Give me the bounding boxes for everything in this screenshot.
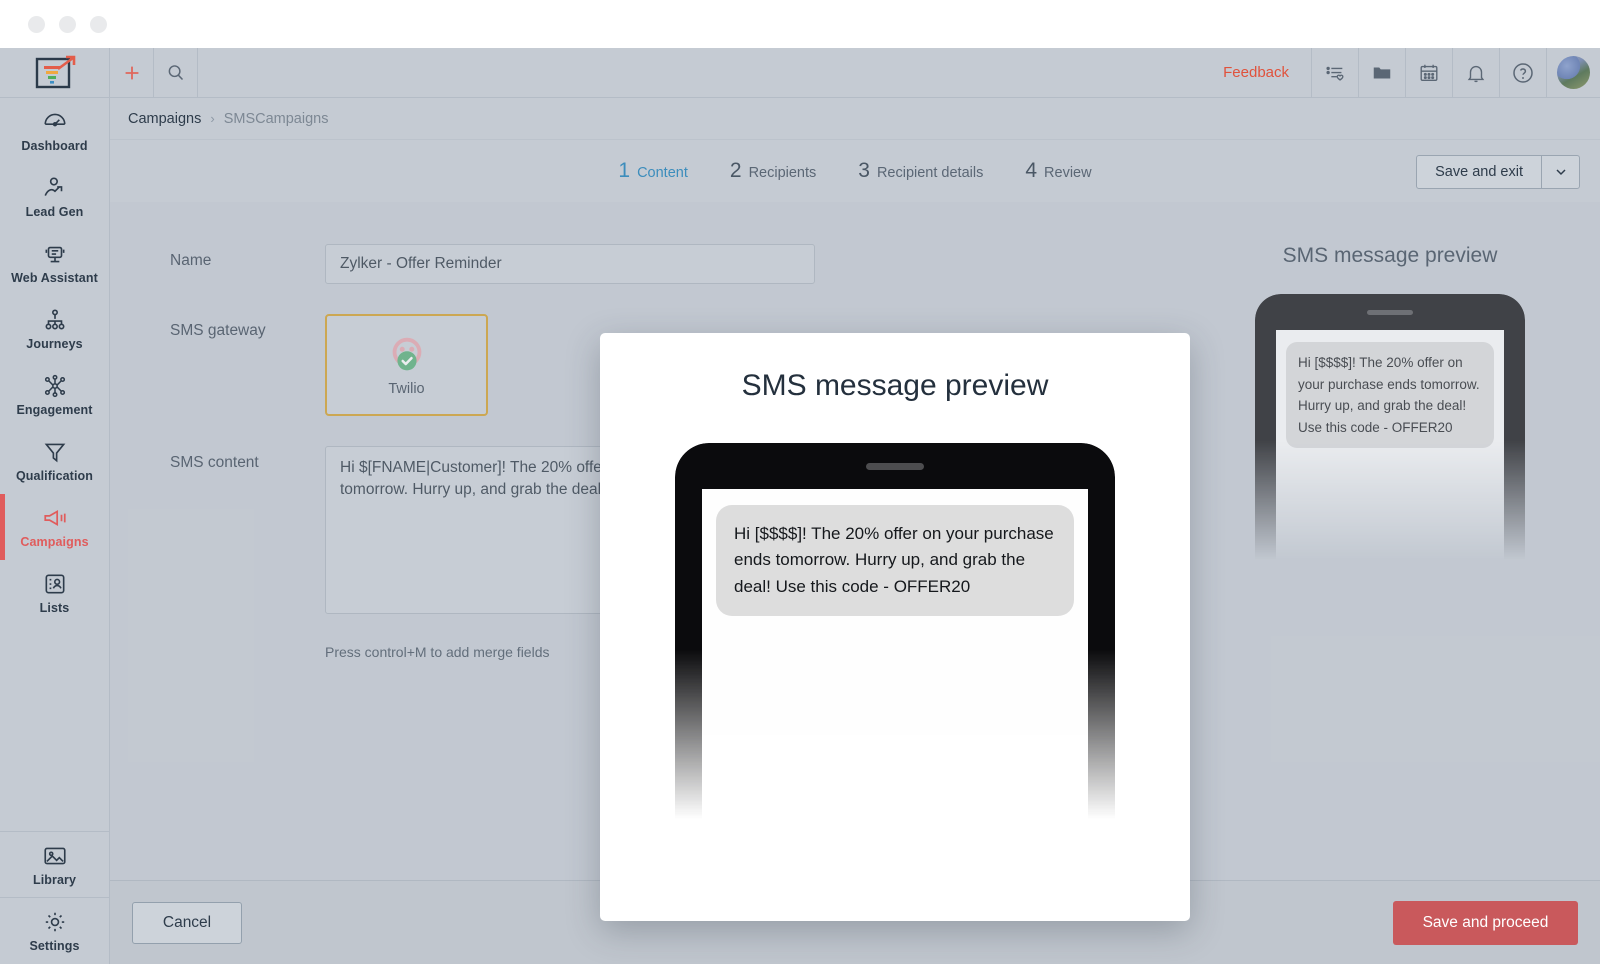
- calendar-button[interactable]: [1405, 48, 1452, 97]
- calendar-icon: [1420, 64, 1438, 81]
- app-logo[interactable]: [0, 48, 109, 98]
- save-and-exit-dropdown-button[interactable]: [1541, 156, 1579, 188]
- window-title-bar: [0, 0, 1600, 48]
- engagement-icon: [44, 374, 65, 398]
- sidebar-item-lead-gen[interactable]: Lead Gen: [0, 164, 109, 230]
- breadcrumb-parent[interactable]: Campaigns: [128, 111, 201, 127]
- breadcrumb-separator: ›: [210, 111, 215, 126]
- user-avatar-button[interactable]: [1546, 48, 1600, 97]
- lists-icon: [45, 574, 64, 594]
- content-area: Name SMS gateway Twilio: [110, 202, 1600, 921]
- zoho-marketing-logo-icon: [35, 55, 75, 88]
- sidebar-item-library[interactable]: Library: [0, 832, 109, 898]
- lead-gen-icon: [43, 177, 62, 196]
- image-icon: [43, 847, 66, 864]
- left-sidebar: Dashboard Lead Gen Web Assistant Journey…: [0, 48, 110, 964]
- step-number: 4: [1025, 159, 1038, 182]
- wizard-steps: 1 Content 2 Recipients 3 Recipient detai…: [618, 159, 1091, 183]
- megaphone-icon: [43, 510, 66, 526]
- sidebar-item-engagement[interactable]: Engagement: [0, 362, 109, 428]
- help-button[interactable]: [1499, 48, 1546, 97]
- cancel-button[interactable]: Cancel: [132, 901, 242, 944]
- add-button[interactable]: [110, 48, 154, 97]
- save-and-exit-button[interactable]: Save and exit: [1417, 156, 1541, 188]
- sidebar-item-label: Dashboard: [21, 139, 88, 153]
- breadcrumb-current: SMSCampaigns: [223, 110, 329, 127]
- sidebar-item-label: Lead Gen: [25, 205, 84, 219]
- modal-phone-mockup-wrap: Hi [$$$$]! The 20% offer on your purchas…: [675, 443, 1115, 819]
- step-number: 1: [618, 159, 631, 182]
- step-number: 2: [729, 159, 742, 182]
- sidebar-item-label: Lists: [39, 601, 70, 615]
- app-shell: Dashboard Lead Gen Web Assistant Journey…: [0, 48, 1600, 964]
- phone-screen: Hi [$$$$]! The 20% offer on your purchas…: [702, 489, 1088, 819]
- sidebar-item-dashboard[interactable]: Dashboard: [0, 98, 109, 164]
- step-recipient-details[interactable]: 3 Recipient details: [858, 159, 983, 183]
- help-icon: [1513, 62, 1533, 83]
- step-review[interactable]: 4 Review: [1025, 159, 1091, 183]
- save-and-exit-group: Save and exit: [1416, 155, 1580, 189]
- notifications-button[interactable]: [1452, 48, 1499, 97]
- sidebar-item-campaigns[interactable]: Campaigns: [0, 494, 109, 560]
- sidebar-item-label: Campaigns: [20, 535, 89, 549]
- phone-mockup: Hi [$$$$]! The 20% offer on your purchas…: [675, 443, 1115, 819]
- step-label: Review: [1044, 165, 1092, 181]
- gauge-icon: [43, 113, 66, 127]
- search-button[interactable]: [154, 48, 198, 97]
- phone-speaker-grille: [866, 463, 924, 470]
- sidebar-bottom-nav: Library Settings: [0, 831, 109, 964]
- step-number: 3: [858, 159, 870, 182]
- search-icon: [168, 65, 184, 81]
- main-column: Feedback Campaigns › SMSCampaigns 1 Cont…: [110, 48, 1600, 964]
- save-and-proceed-button[interactable]: Save and proceed: [1393, 900, 1578, 945]
- close-button[interactable]: [28, 15, 45, 33]
- minimize-button[interactable]: [59, 15, 76, 33]
- funnel-icon: [44, 443, 65, 463]
- sidebar-item-settings[interactable]: Settings: [0, 898, 109, 964]
- folder-button[interactable]: [1358, 48, 1405, 97]
- sidebar-item-label: Journeys: [26, 337, 83, 351]
- avatar: [1557, 56, 1590, 89]
- feedback-button[interactable]: Feedback: [1201, 48, 1311, 97]
- plus-icon: [125, 66, 138, 79]
- gear-icon: [45, 912, 64, 932]
- sidebar-item-journeys[interactable]: Journeys: [0, 296, 109, 362]
- journeys-icon: [45, 309, 64, 330]
- folder-icon: [1373, 67, 1391, 78]
- step-content[interactable]: 1 Content: [618, 159, 687, 183]
- wizard-steps-bar: 1 Content 2 Recipients 3 Recipient detai…: [110, 140, 1600, 202]
- step-label: Recipient details: [876, 165, 984, 181]
- checklist-heart-icon: [1326, 66, 1344, 81]
- modal-title: SMS message preview: [741, 369, 1049, 402]
- checklist-button[interactable]: [1311, 48, 1358, 97]
- sidebar-item-web-assistant[interactable]: Web Assistant: [0, 230, 109, 296]
- window-controls[interactable]: [28, 15, 107, 33]
- sidebar-item-label: Library: [32, 872, 77, 887]
- sidebar-item-label: Engagement: [16, 403, 93, 417]
- sidebar-item-qualification[interactable]: Qualification: [0, 428, 109, 494]
- sms-bubble: Hi [$$$$]! The 20% offer on your purchas…: [716, 505, 1074, 617]
- sidebar-item-label: Qualification: [15, 469, 93, 483]
- chevron-down-icon: [1555, 169, 1566, 176]
- step-recipients[interactable]: 2 Recipients: [730, 159, 816, 183]
- sms-preview-modal: SMS message preview Hi [$$$$]! The 20% o…: [600, 333, 1190, 921]
- breadcrumb: Campaigns › SMSCampaigns: [110, 98, 1600, 140]
- sidebar-item-lists[interactable]: Lists: [0, 560, 109, 626]
- sidebar-item-label: Settings: [29, 939, 80, 953]
- bell-icon: [1467, 65, 1485, 82]
- sidebar-item-label: Web Assistant: [11, 271, 98, 285]
- zoom-button[interactable]: [90, 15, 107, 33]
- top-toolbar: Feedback: [110, 48, 1600, 98]
- web-assistant-icon: [45, 246, 64, 263]
- step-label: Recipients: [748, 165, 817, 181]
- sidebar-nav: Dashboard Lead Gen Web Assistant Journey…: [0, 98, 109, 831]
- toolbar-right-icons: [1311, 48, 1600, 97]
- step-label: Content: [637, 165, 688, 181]
